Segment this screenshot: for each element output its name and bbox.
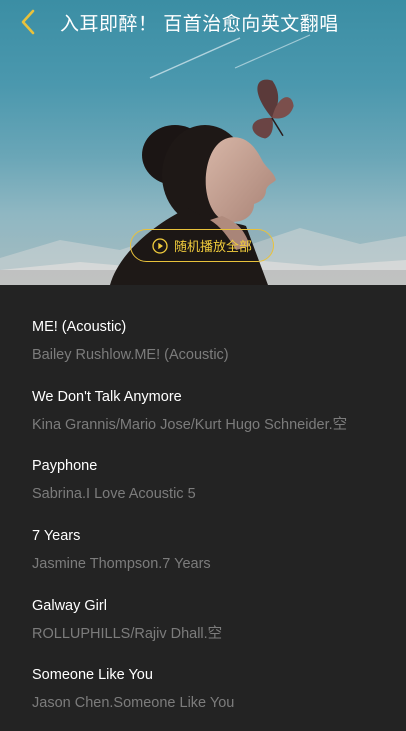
song-artist-album: Sabrina.I Love Acoustic 5 <box>32 486 196 503</box>
song-item[interactable]: Payphone Sabrina.I Love Acoustic 5 <box>0 452 406 522</box>
song-title: We Don't Talk Anymore <box>32 388 182 405</box>
song-item[interactable]: Someone Like You Jason Chen.Someone Like… <box>0 661 406 731</box>
song-item[interactable]: 7 Years Jasmine Thompson.7 Years <box>0 522 406 592</box>
song-item[interactable]: Galway Girl ROLLUPHILLS/Rajiv Dhall.空 <box>0 592 406 662</box>
song-artist-album: Bailey Rushlow.ME! (Acoustic) <box>32 347 229 363</box>
song-title: 7 Years <box>32 528 81 545</box>
play-circle-icon <box>152 237 168 254</box>
song-list: ME! (Acoustic) Bailey Rushlow.ME! (Acous… <box>0 285 406 731</box>
song-title: Galway Girl <box>32 597 107 614</box>
chevron-left-icon <box>21 9 35 35</box>
song-artist-album: Kina Grannis/Mario Jose/Kurt Hugo Schnei… <box>32 416 348 433</box>
cover-banner: 入耳即醉！ 百首治愈向英文翻唱 随机播放全部 <box>0 0 406 285</box>
song-artist-album: Jasmine Thompson.7 Years <box>32 556 211 573</box>
song-item[interactable]: ME! (Acoustic) Bailey Rushlow.ME! (Acous… <box>0 313 406 383</box>
song-title: Payphone <box>32 458 98 475</box>
back-button[interactable] <box>16 8 44 36</box>
top-bar: 入耳即醉！ 百首治愈向英文翻唱 <box>0 0 406 44</box>
song-title: ME! (Acoustic) <box>32 319 127 335</box>
song-item[interactable]: We Don't Talk Anymore Kina Grannis/Mario… <box>0 383 406 453</box>
song-artist-album: ROLLUPHILLS/Rajiv Dhall.空 <box>32 625 223 642</box>
shuffle-play-all-button[interactable]: 随机播放全部 <box>130 229 274 262</box>
song-title: Someone Like You <box>32 667 153 684</box>
song-artist-album: Jason Chen.Someone Like You <box>32 695 235 712</box>
shuffle-label: 随机播放全部 <box>173 239 252 254</box>
page-title: 入耳即醉！ 百首治愈向英文翻唱 <box>60 13 339 35</box>
